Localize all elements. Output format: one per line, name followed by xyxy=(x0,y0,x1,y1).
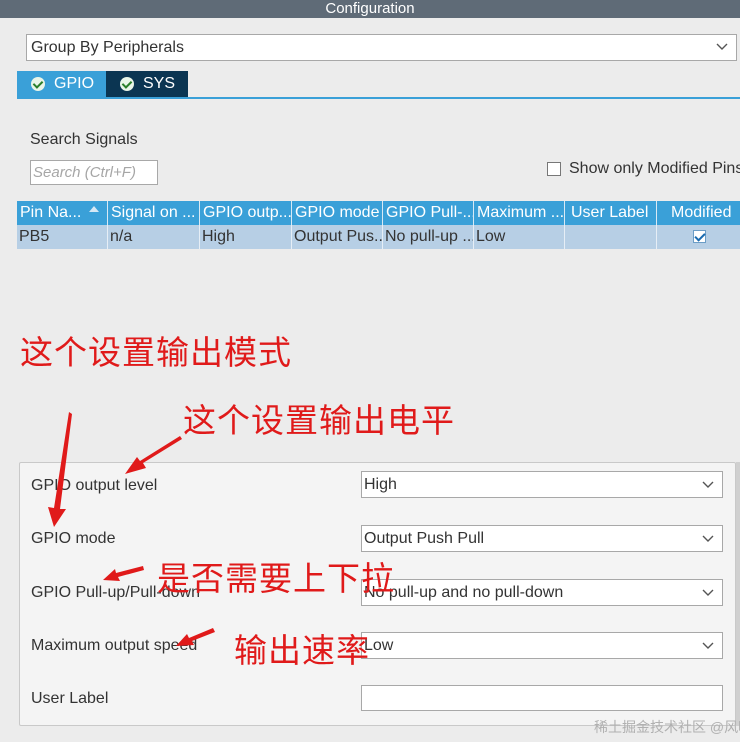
window-title: Configuration xyxy=(0,0,740,18)
group-by-select[interactable]: Group By Peripherals xyxy=(26,34,737,61)
gpio-mode-select[interactable]: Output Push Pull xyxy=(361,525,723,552)
chevron-down-icon xyxy=(702,642,714,649)
gpio-mode-label: GPIO mode xyxy=(31,530,116,547)
tab-sys-label: SYS xyxy=(143,75,176,92)
max-output-speed-label: Maximum output speed xyxy=(31,637,198,654)
tab-underline xyxy=(17,97,740,99)
chevron-down-icon xyxy=(702,589,714,596)
gpio-mode-value: Output Push Pull xyxy=(364,530,485,547)
column-header-gpio-mode[interactable]: GPIO mode xyxy=(292,201,383,225)
show-modified-label: Show only Modified Pins xyxy=(569,160,740,177)
column-header-gpio-output[interactable]: GPIO outp... xyxy=(200,201,292,225)
sort-ascending-icon xyxy=(89,206,99,212)
chevron-down-icon xyxy=(716,43,728,50)
gpio-output-level-value: High xyxy=(364,476,397,493)
watermark: 稀土掘金技术社区 @风吹过 xyxy=(594,719,740,735)
annotation-output-level: 这个设置输出电平 xyxy=(183,401,455,440)
cell-speed: Low xyxy=(474,225,565,249)
group-by-value: Group By Peripherals xyxy=(31,39,184,56)
annotation-speed: 输出速率 xyxy=(234,631,370,670)
cell-user-label xyxy=(565,225,657,249)
column-header-signal[interactable]: Signal on ... xyxy=(108,201,200,225)
cell-output: High xyxy=(200,225,292,249)
column-header-pin-name[interactable]: Pin Na... xyxy=(17,201,108,225)
annotation-pull: 是否需要上下拉 xyxy=(157,559,395,598)
table-header: Pin Na... Signal on ... GPIO outp... GPI… xyxy=(17,201,740,225)
cell-pin: PB5 xyxy=(17,225,108,249)
tab-sys[interactable]: SYS xyxy=(106,71,188,97)
chevron-down-icon xyxy=(702,481,714,488)
table-row[interactable]: PB5 n/a High Output Pus... No pull-up ..… xyxy=(17,225,740,249)
gpio-pull-select[interactable]: No pull-up and no pull-down xyxy=(361,579,723,606)
chevron-down-icon xyxy=(702,535,714,542)
check-circle-icon xyxy=(120,77,134,91)
column-header-user-label[interactable]: User Label xyxy=(565,201,657,225)
tab-bar: GPIO SYS xyxy=(17,71,188,97)
search-signals-label: Search Signals xyxy=(30,131,138,148)
search-input[interactable] xyxy=(30,160,158,185)
max-output-speed-select[interactable]: Low xyxy=(361,632,723,659)
gpio-output-level-select[interactable]: High xyxy=(361,471,723,498)
signals-table: Pin Na... Signal on ... GPIO outp... GPI… xyxy=(17,201,740,249)
show-modified-checkbox[interactable] xyxy=(547,162,561,176)
tab-gpio[interactable]: GPIO xyxy=(17,71,106,97)
cell-signal: n/a xyxy=(108,225,200,249)
tab-gpio-label: GPIO xyxy=(54,75,95,92)
gpio-output-level-label: GPIO output level xyxy=(31,477,158,494)
cell-pull: No pull-up ... xyxy=(383,225,474,249)
cell-modified[interactable] xyxy=(657,225,740,249)
vertical-scrollbar[interactable] xyxy=(736,462,740,726)
user-label-input[interactable] xyxy=(361,685,723,711)
column-header-modified[interactable]: Modified xyxy=(657,201,740,225)
modified-checkbox[interactable] xyxy=(693,230,706,243)
column-header-max-speed[interactable]: Maximum ... xyxy=(474,201,565,225)
user-label-label: User Label xyxy=(31,690,109,707)
annotation-output-mode: 这个设置输出模式 xyxy=(20,333,292,372)
cell-mode: Output Pus... xyxy=(292,225,383,249)
show-modified-pins-toggle[interactable]: Show only Modified Pins xyxy=(547,160,740,178)
check-circle-icon xyxy=(31,77,45,91)
column-header-gpio-pull[interactable]: GPIO Pull-... xyxy=(383,201,474,225)
